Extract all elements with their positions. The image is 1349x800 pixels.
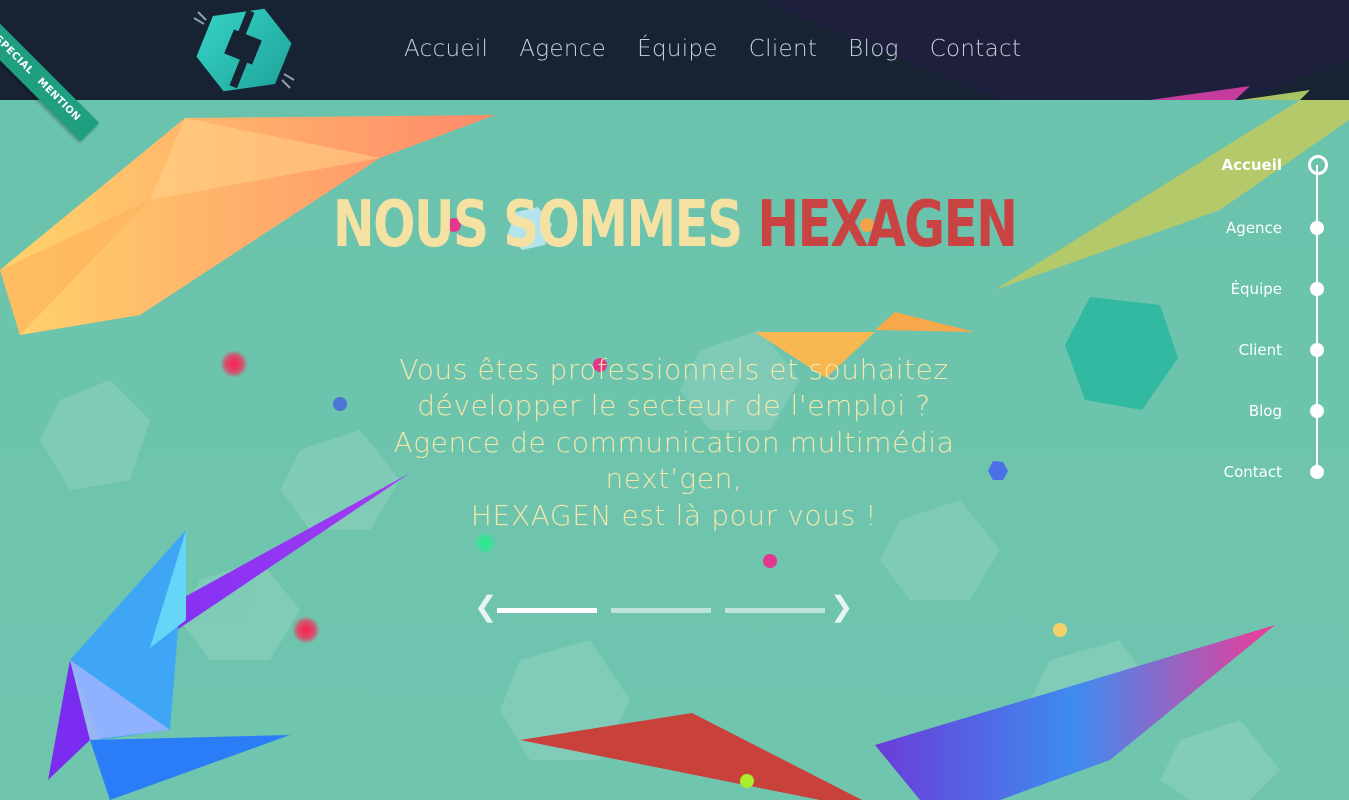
hero-title-part2: HEXAGEN [757,188,1017,262]
dot-nav-item-blog[interactable]: Blog [1200,401,1340,421]
dot-nav-dot[interactable] [1308,155,1328,175]
hero-subtitle-line: développer le secteur de l'emploi ? [417,389,931,423]
hexagen-logo[interactable] [190,4,300,96]
dot-nav-dot[interactable] [1310,343,1324,357]
dot-nav-dot[interactable] [1310,465,1324,479]
nav-link-equipe[interactable]: Équipe [637,36,718,62]
dot-nav-label: Agence [1226,219,1282,237]
hero-subtitle-line: next’gen, [605,462,743,496]
nav-link-client[interactable]: Client [749,36,817,62]
dot-nav-item-equipe[interactable]: Équipe [1200,279,1340,299]
chevron-left-icon[interactable]: ❮ [474,593,497,621]
main-nav: Accueil Agence Équipe Client Blog Contac… [404,36,1052,62]
section-dot-nav: Accueil Agence Équipe Client Blog Contac… [1200,155,1349,485]
nav-link-agence[interactable]: Agence [519,36,606,62]
slider-indicator-2[interactable] [611,608,711,613]
chevron-right-icon[interactable]: ❯ [830,593,853,621]
slider-indicator-1[interactable] [497,608,597,613]
dot-nav-label: Contact [1223,463,1282,481]
hero-section: NOUS SOMMES HEXAGEN Vous êtes profession… [0,100,1349,800]
dot-nav-item-accueil[interactable]: Accueil [1200,155,1340,175]
hero-slider-controls: ❮ ❯ [470,593,853,622]
nav-link-blog[interactable]: Blog [848,36,899,62]
dot-nav-dot[interactable] [1310,404,1324,418]
dot-nav-dot[interactable] [1310,282,1324,296]
dot-nav-item-contact[interactable]: Contact [1200,462,1340,482]
hero-subtitle-line: Agence de communication multimédia [393,425,955,459]
hero-title-part1: NOUS SOMMES [332,188,743,262]
dot-nav-label: Accueil [1221,156,1282,174]
dot-nav-line [1316,165,1318,470]
dot-nav-label: Blog [1248,402,1282,420]
dot-nav-dot[interactable] [1310,221,1324,235]
top-navigation-bar: Accueil Agence Équipe Client Blog Contac… [0,0,1349,100]
hero-title: NOUS SOMMES HEXAGEN [149,188,1201,262]
dot-nav-label: Client [1238,341,1282,359]
dot-nav-item-client[interactable]: Client [1200,340,1340,360]
hero-subtitle: Vous êtes professionnels et souhaitez dé… [364,352,984,534]
nav-link-contact[interactable]: Contact [930,36,1022,62]
hero-subtitle-line: Vous êtes professionnels et souhaitez [399,353,949,386]
nav-link-accueil[interactable]: Accueil [404,36,488,62]
dot-nav-label: Équipe [1230,280,1282,298]
slider-indicator-3[interactable] [725,608,825,613]
hero-subtitle-line: HEXAGEN est là pour vous ! [470,498,878,532]
dot-nav-item-agence[interactable]: Agence [1200,218,1340,238]
